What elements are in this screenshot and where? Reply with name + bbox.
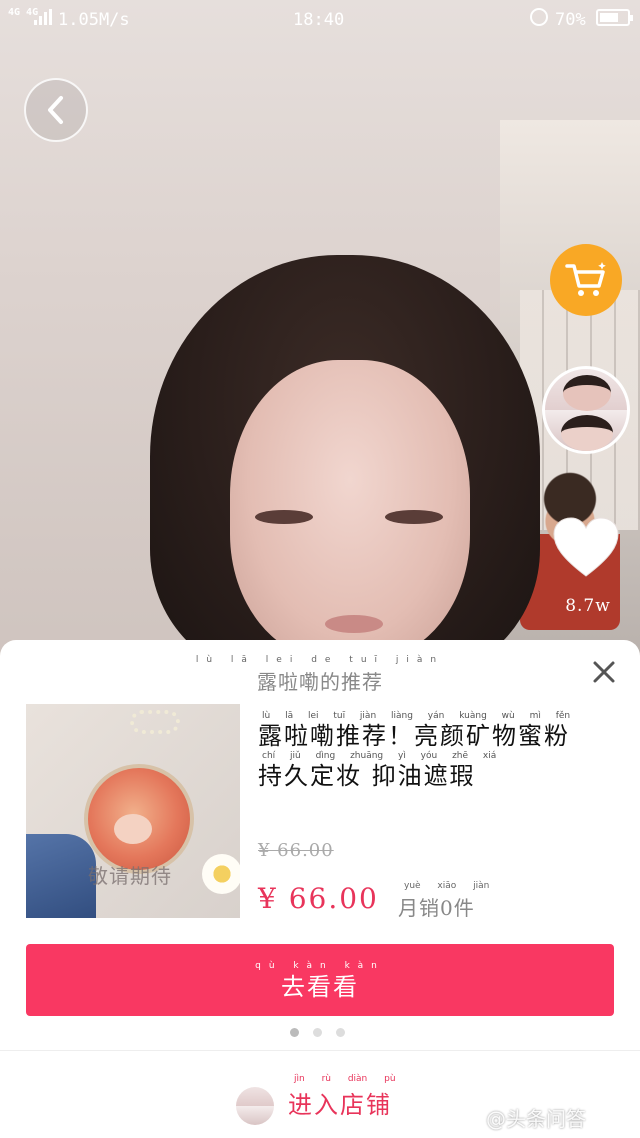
- product-title[interactable]: lù lā lei tuī jiàn liàng yán kuàng wù mì…: [258, 710, 628, 790]
- clock: 18:40: [293, 10, 345, 30]
- product-sheet: lù lā lei de tuī jiàn 露啦嘞的推荐 敬请期待 lù lā …: [0, 640, 640, 1138]
- shop-avatar: [236, 1087, 274, 1125]
- avatar-image-part: [561, 415, 613, 451]
- go-see-button[interactable]: qù kàn kàn 去看看: [26, 944, 614, 1016]
- close-icon: [593, 661, 615, 683]
- current-price: ¥ 66.00: [258, 882, 379, 915]
- enter-shop-label: 进入店铺: [288, 1091, 392, 1119]
- pager-dot[interactable]: [290, 1028, 299, 1037]
- product-image-pearls: [130, 710, 180, 734]
- go-see-pinyin: qù kàn kàn: [255, 961, 385, 971]
- chevron-left-icon: [48, 96, 63, 124]
- original-price: ¥ 66.00: [258, 840, 334, 861]
- streamer-avatar-button[interactable]: [542, 366, 630, 454]
- monthly-sales-pinyin: yuè xiāo jiàn: [404, 881, 490, 891]
- product-image-denim: [26, 834, 96, 918]
- battery-fill: [600, 13, 619, 22]
- pager-dots: [290, 1028, 345, 1037]
- avatar-image-part: [563, 375, 611, 411]
- battery-icon: [596, 9, 633, 26]
- product-image-face: [114, 814, 152, 844]
- heart-icon: [553, 517, 619, 577]
- product-title-line: 持久定妆 抑油遮瑕: [258, 762, 476, 790]
- watermark: @头条问答: [486, 1107, 586, 1131]
- signal-icon: [34, 9, 52, 25]
- shopping-cart-icon: [565, 262, 606, 296]
- alarm-icon: [530, 8, 548, 26]
- streamer-eye: [255, 510, 313, 524]
- product-image-flower: [202, 854, 240, 894]
- product-title-pinyin: chí jiǔ dìng zhuāng yì yóu zhē xiá: [262, 751, 497, 761]
- network-speed: 1.05M/s: [58, 10, 130, 30]
- enter-shop-button[interactable]: jìn rù diàn pù 进入店铺: [288, 1073, 396, 1120]
- battery-percent: 70%: [555, 10, 586, 30]
- sheet-title-pinyin: lù lā lei de tuī jiàn: [195, 655, 445, 665]
- enter-shop-bar[interactable]: jìn rù diàn pù 进入店铺 @头条问答: [0, 1050, 640, 1138]
- status-bar: 4G 4G 1.05M/s 18:40 70%: [0, 0, 640, 40]
- close-button[interactable]: [592, 660, 616, 684]
- streamer-lips: [325, 615, 383, 633]
- go-see-label: 去看看: [281, 973, 359, 1001]
- sheet-header: lù lā lei de tuī jiàn 露啦嘞的推荐: [0, 654, 640, 695]
- sheet-title: 露啦嘞的推荐: [257, 670, 383, 694]
- live-video: [0, 0, 640, 660]
- like-count: 8.7w: [565, 596, 611, 616]
- shopping-cart-button[interactable]: [550, 244, 622, 316]
- like-button[interactable]: [552, 516, 620, 580]
- product-title-pinyin: lù lā lei tuī jiàn liàng yán kuàng wù mì…: [262, 711, 571, 721]
- pager-dot[interactable]: [336, 1028, 345, 1037]
- streamer-eye: [385, 510, 443, 524]
- product-title-line: 露啦嘞推荐！亮颜矿物蜜粉: [258, 722, 570, 750]
- product-image-caption: 敬请期待: [88, 864, 172, 888]
- pager-dot[interactable]: [313, 1028, 322, 1037]
- monthly-sales: yuè xiāo jiàn 月销0件: [398, 880, 489, 921]
- product-image[interactable]: 敬请期待: [26, 704, 240, 918]
- enter-shop-pinyin: jìn rù diàn pù: [294, 1074, 396, 1084]
- back-button[interactable]: [24, 78, 88, 142]
- monthly-sales-text: 月销0件: [398, 896, 475, 920]
